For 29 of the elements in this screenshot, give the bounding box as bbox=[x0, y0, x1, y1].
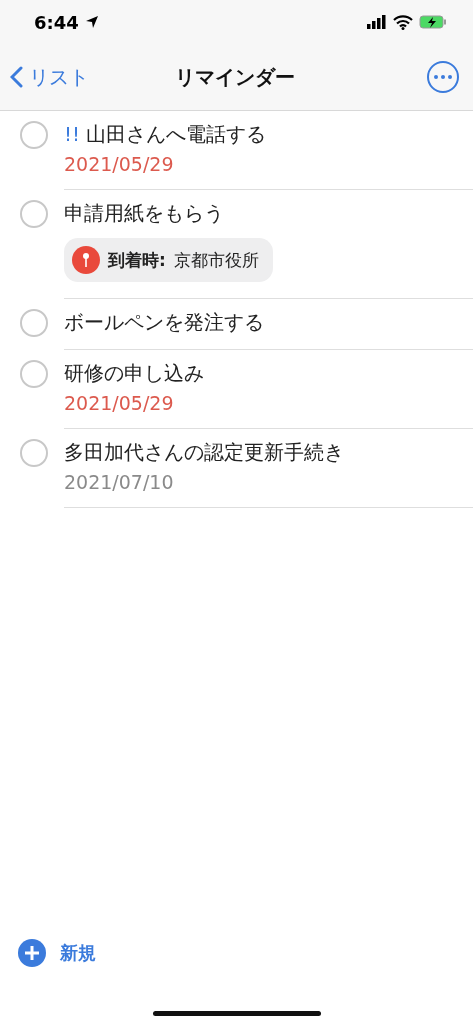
reminder-title: 申請用紙をもらう bbox=[64, 200, 224, 226]
due-date: 2021/07/10 bbox=[64, 471, 175, 493]
complete-checkbox[interactable] bbox=[20, 439, 48, 467]
pin-icon bbox=[72, 246, 100, 274]
location-trigger: 到着時: bbox=[108, 248, 166, 272]
new-reminder-button[interactable]: 新規 bbox=[0, 939, 473, 967]
location-place: 京都市役所 bbox=[173, 248, 259, 272]
signal-icon bbox=[367, 15, 387, 29]
location-arrow-icon bbox=[84, 15, 99, 29]
complete-checkbox[interactable] bbox=[20, 121, 48, 149]
complete-checkbox[interactable] bbox=[20, 200, 48, 228]
priority-mark: !! bbox=[64, 121, 81, 147]
complete-checkbox[interactable] bbox=[20, 360, 48, 388]
reminder-title: 多田加代さんの認定更新手続き bbox=[64, 439, 344, 465]
battery-charging-icon bbox=[419, 15, 447, 29]
plus-circle-icon bbox=[18, 939, 46, 967]
reminder-title: 山田さんへ電話する bbox=[86, 121, 267, 147]
back-link[interactable]: リスト bbox=[10, 63, 89, 91]
due-date: 2021/05/29 bbox=[64, 153, 175, 175]
complete-checkbox[interactable] bbox=[20, 309, 48, 337]
nav-title: リマインダー bbox=[174, 63, 295, 91]
status-time: 6:44 bbox=[34, 11, 79, 33]
location-chip[interactable]: 到着時: 京都市役所 bbox=[64, 238, 273, 282]
wifi-icon bbox=[393, 14, 413, 30]
reminder-title: 研修の申し込み bbox=[64, 360, 204, 386]
reminder-title: ボールペンを発注する bbox=[64, 309, 264, 335]
due-date: 2021/05/29 bbox=[64, 392, 175, 414]
chevron-left-icon bbox=[10, 66, 23, 88]
more-button[interactable] bbox=[427, 61, 459, 93]
